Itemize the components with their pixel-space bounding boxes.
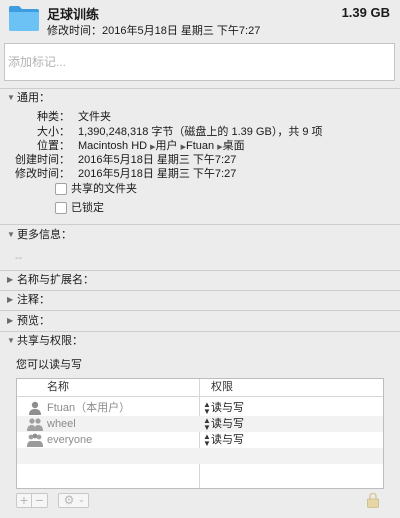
updown-arrows-icon[interactable]: ▲ ▼ xyxy=(203,417,211,432)
section-preview-toggle[interactable]: ▶ 预览： xyxy=(7,314,50,328)
remove-button[interactable]: − xyxy=(32,493,47,507)
table-row[interactable]: Ftuan（本用户） ▲ ▼ 读与写 xyxy=(17,400,383,416)
location-row: 位置： Macintosh HD ▶用户 ▶Ftuan ▶桌面 xyxy=(8,139,388,153)
size-row: 大小： 1,390,248,318 字节（磁盘上的 1.39 GB），共 9 项 xyxy=(8,125,388,139)
kind-label: 种类： xyxy=(37,111,70,123)
modified-label: 修改时间： xyxy=(15,168,70,180)
column-header-privilege[interactable]: 权限 xyxy=(211,379,233,396)
gear-icon: ⚙ xyxy=(63,493,75,507)
column-header-name[interactable]: 名称 xyxy=(47,379,69,396)
folder-icon xyxy=(9,6,39,31)
header-divider xyxy=(17,396,383,397)
permissions-table: 名称 权限 Ftuan（本用户） ▲ ▼ 读与写 wheel ▲ ▼ 读与写 eve… xyxy=(16,378,384,489)
tags-input[interactable] xyxy=(4,43,395,81)
user-icon xyxy=(29,401,41,415)
size-value: 1,390,248,318 字节（磁盘上的 1.39 GB），共 9 项 xyxy=(78,126,323,138)
section-more-info-toggle[interactable]: ▼ 更多信息： xyxy=(7,228,72,242)
user-name: wheel xyxy=(47,418,76,430)
section-general-toggle[interactable]: ▼ 通用： xyxy=(7,91,50,105)
disclosure-open-icon: ▼ xyxy=(7,93,15,102)
privilege-select[interactable]: 读与写 xyxy=(211,416,244,432)
created-row: 创建时间： 2016年5月18日 星期三 下午7:27 xyxy=(8,153,388,167)
lock-icon[interactable] xyxy=(367,492,379,508)
updown-arrows-icon[interactable]: ▲ ▼ xyxy=(203,401,211,416)
divider xyxy=(0,290,400,291)
info-header: 足球训练 1.39 GB 修改时间：2016年5月18日 星期三 下午7:27 xyxy=(0,0,400,40)
locked-label: 已锁定 xyxy=(71,202,104,214)
table-row[interactable]: everyone ▲ ▼ 读与写 xyxy=(17,432,383,448)
divider xyxy=(0,88,400,89)
modified-value: 2016年5月18日 星期三 下午7:27 xyxy=(78,168,237,180)
disclosure-closed-icon: ▶ xyxy=(7,316,14,325)
table-row[interactable]: wheel ▲ ▼ 读与写 xyxy=(17,416,383,432)
disclosure-closed-icon: ▶ xyxy=(7,295,14,304)
created-label: 创建时间： xyxy=(15,154,70,166)
permission-summary: 您可以读与写 xyxy=(16,359,82,371)
table-row xyxy=(17,448,383,464)
path-segment: Ftuan xyxy=(185,140,215,152)
file-name: 足球训练 xyxy=(47,7,100,22)
divider xyxy=(0,310,400,311)
checkbox-box[interactable] xyxy=(55,183,67,195)
section-sharing-toggle[interactable]: ▼ 共享与权限： xyxy=(7,334,83,348)
file-size: 1.39 GB xyxy=(341,5,390,20)
location-label: 位置： xyxy=(37,140,70,152)
path-segment: 用户 xyxy=(155,140,178,152)
path-segment: Macintosh HD xyxy=(78,140,148,152)
file-modified-date: 修改时间：2016年5月18日 星期三 下午7:27 xyxy=(47,25,261,37)
privilege-select[interactable]: 读与写 xyxy=(211,432,244,448)
user-name: Ftuan（本用户） xyxy=(47,402,131,414)
divider xyxy=(0,224,400,225)
size-label: 大小： xyxy=(37,126,70,138)
chevron-down-icon: ⌄ xyxy=(77,494,86,504)
kind-row: 种类： 文件夹 xyxy=(8,110,388,124)
add-button[interactable]: + xyxy=(17,493,32,507)
more-info-value: -- xyxy=(15,252,23,264)
shared-folder-label: 共享的文件夹 xyxy=(71,183,137,195)
disclosure-open-icon: ▼ xyxy=(7,336,15,345)
section-comments-toggle[interactable]: ▶ 注释： xyxy=(7,293,50,307)
user-name: everyone xyxy=(47,434,93,446)
privilege-select[interactable]: 读与写 xyxy=(211,400,244,416)
created-value: 2016年5月18日 星期三 下午7:27 xyxy=(78,154,237,166)
disclosure-open-icon: ▼ xyxy=(7,230,15,239)
group-icon xyxy=(27,418,43,431)
everyone-icon xyxy=(27,433,43,447)
modified-row: 修改时间： 2016年5月18日 星期三 下午7:27 xyxy=(8,167,388,181)
kind-value: 文件夹 xyxy=(78,111,111,123)
disclosure-closed-icon: ▶ xyxy=(7,275,14,284)
section-name-extension-toggle[interactable]: ▶ 名称与扩展名： xyxy=(7,273,94,287)
checkbox-box[interactable] xyxy=(55,202,67,214)
add-remove-buttons: + − xyxy=(16,493,48,508)
updown-arrows-icon[interactable]: ▲ ▼ xyxy=(203,433,211,448)
divider xyxy=(0,270,400,271)
divider xyxy=(0,331,400,332)
action-menu-button[interactable]: ⚙ ⌄ xyxy=(58,493,89,508)
path-segment: 桌面 xyxy=(222,140,245,152)
